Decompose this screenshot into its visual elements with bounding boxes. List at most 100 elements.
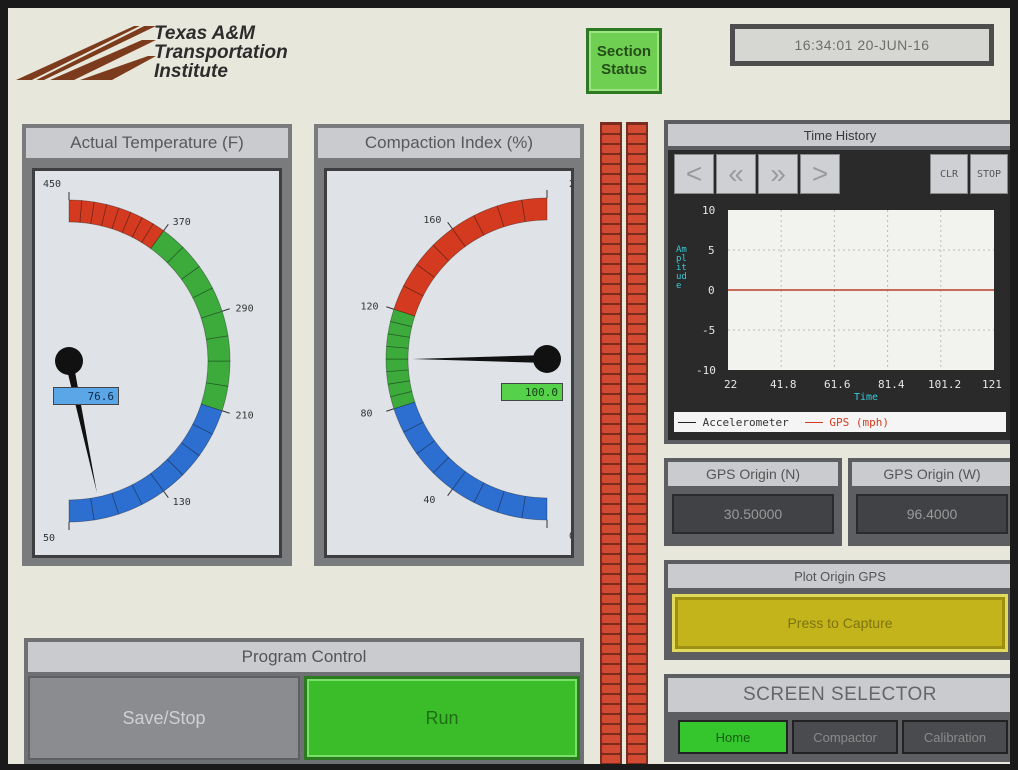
led-segment [628,535,646,543]
temperature-needle [65,360,97,494]
compaction-needle [412,355,547,363]
led-segment [628,355,646,363]
y-tick-label: -5 [702,324,716,337]
led-segment [628,685,646,693]
gauge-tick [386,408,395,412]
gauge-tick-label: 160 [423,215,441,226]
gps-origin-n-value[interactable]: 30.50000 [672,494,834,534]
led-segment [602,215,620,223]
led-segment [628,525,646,533]
led-segment [628,385,646,393]
led-segment [602,325,620,333]
led-segment [602,555,620,563]
led-segment [602,295,620,303]
press-to-capture-button[interactable]: Press to Capture [672,594,1008,652]
led-segment [602,135,620,143]
led-segment [602,335,620,343]
led-segment [628,315,646,323]
tab-home[interactable]: Home [678,720,788,754]
led-segment [602,575,620,583]
led-segment [602,445,620,453]
x-tick-label: 81.4 [878,378,905,391]
led-segment [628,545,646,553]
gauge-tick-label: 210 [236,410,254,421]
led-segment [628,145,646,153]
led-segment [628,375,646,383]
led-segment [628,225,646,233]
legend-item-gps: GPS (mph) [804,416,889,429]
led-segment [602,405,620,413]
led-segment [602,395,620,403]
led-segment [628,305,646,313]
led-segment [628,695,646,703]
led-segment [602,355,620,363]
gauge-band-segment [205,335,231,362]
led-segment [628,745,646,753]
gauge-tick-label: 450 [43,179,61,190]
led-segment [602,655,620,663]
compaction-needle-hub [533,345,561,373]
led-segment [628,335,646,343]
led-segment [628,435,646,443]
led-segment [628,175,646,183]
gauge-band-segment [385,358,409,373]
legend-item-accelerometer: Accelerometer [678,416,789,429]
section-status-button[interactable]: Section Status [586,28,662,94]
led-segment [628,565,646,573]
led-segment [628,255,646,263]
section-status-line-1: Section [596,43,652,60]
save-stop-button[interactable]: Save/Stop [28,676,300,760]
temperature-gauge-dial: 450 370 290 210 130 50 [43,179,254,544]
clear-button[interactable]: CLR [930,154,968,194]
fast-back-button[interactable]: « [716,154,756,194]
y-tick-label: 5 [708,244,715,257]
fast-forward-button[interactable]: » [758,154,798,194]
gps-origin-w-value[interactable]: 96.4000 [856,494,1008,534]
led-segment [602,625,620,633]
led-segment [602,755,620,763]
gauge-tick [386,306,395,310]
double-chevron-right-icon: » [770,158,786,189]
led-segment [602,495,620,503]
led-segment [602,185,620,193]
led-segment [628,235,646,243]
screen-selector-panel: SCREEN SELECTOR Home Compactor Calibrati… [664,674,1010,762]
gauge-tick-label: 120 [360,302,378,313]
tab-calibration[interactable]: Calibration [902,720,1008,754]
led-segment [602,635,620,643]
tti-logo: Texas A&M Transportation Institute [16,22,316,94]
led-segment [602,455,620,463]
step-forward-button[interactable]: > [800,154,840,194]
led-segment [602,745,620,753]
led-segment [602,375,620,383]
led-segment [628,445,646,453]
led-segment [602,345,620,353]
led-segment [628,635,646,643]
led-segment [628,425,646,433]
led-segment [628,295,646,303]
led-segment [628,345,646,353]
led-segment [602,545,620,553]
step-back-button[interactable]: < [674,154,714,194]
y-tick-label: 10 [702,204,716,217]
program-control-panel: Program Control Save/Stop Run [24,638,584,764]
gauge-tick [221,410,230,414]
led-segment [602,615,620,623]
led-segment [628,655,646,663]
gauge-band-segment [68,199,83,223]
gauge-band-segment [521,495,548,521]
led-segment [602,645,620,653]
led-segment [628,505,646,513]
tab-compactor[interactable]: Compactor [792,720,898,754]
led-segment [602,175,620,183]
led-segment [602,195,620,203]
section-status-line-2: Status [601,61,647,78]
time-history-panel: Time History < « » > CLR STOP 10 5 0 -5 … [664,120,1010,444]
y-tick-label: 0 [708,284,715,297]
run-button[interactable]: Run [304,676,580,760]
stop-button[interactable]: STOP [970,154,1008,194]
led-segment [602,595,620,603]
led-segment [602,525,620,533]
gauge-tick [447,221,453,230]
chevron-right-icon: > [811,158,829,189]
